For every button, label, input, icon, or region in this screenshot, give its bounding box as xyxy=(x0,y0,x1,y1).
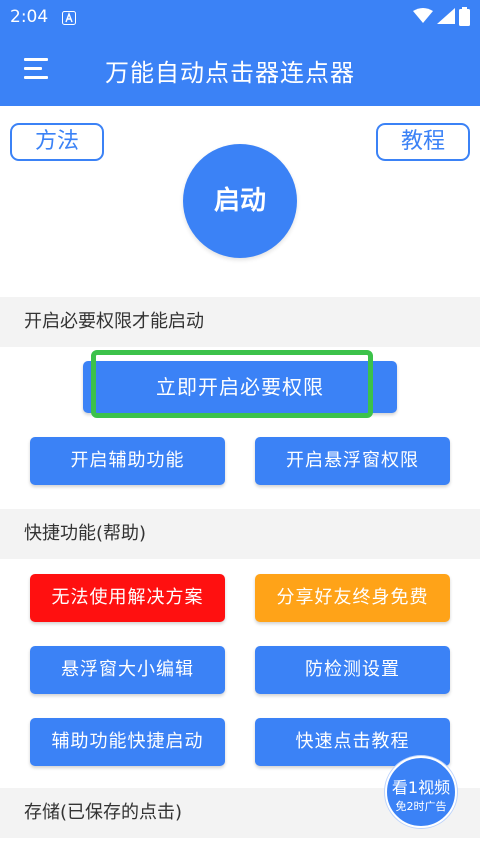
share-friends-button[interactable]: 分享好友终身免费 xyxy=(255,574,450,622)
quick-functions-section-title: 快捷功能(帮助) xyxy=(0,509,480,559)
signal-icon xyxy=(437,8,455,28)
anti-detection-settings-button[interactable]: 防检测设置 xyxy=(255,646,450,694)
troubleshoot-button[interactable]: 无法使用解决方案 xyxy=(30,574,225,622)
method-button[interactable]: 方法 xyxy=(10,123,104,161)
status-time: 2:04 xyxy=(10,7,49,27)
watch-video-button[interactable]: 看1视频 免2时广告 xyxy=(385,756,457,828)
battery-icon xyxy=(459,7,470,30)
ad-free-label: 免2时广告 xyxy=(395,800,447,813)
hamburger-menu-icon[interactable] xyxy=(24,58,48,80)
text-app-icon xyxy=(62,10,76,25)
grant-permissions-button[interactable]: 立即开启必要权限 xyxy=(83,361,397,413)
status-bar: 2:04 xyxy=(0,0,480,34)
tutorial-button[interactable]: 教程 xyxy=(376,123,470,161)
accessibility-quick-start-button[interactable]: 辅助功能快捷启动 xyxy=(30,718,225,766)
wifi-icon xyxy=(413,8,433,28)
watch-video-label: 看1视频 xyxy=(391,778,451,797)
permissions-section-title: 开启必要权限才能启动 xyxy=(0,297,480,347)
enable-overlay-permission-button[interactable]: 开启悬浮窗权限 xyxy=(255,437,450,485)
enable-accessibility-button[interactable]: 开启辅助功能 xyxy=(30,437,225,485)
start-button[interactable]: 启动 xyxy=(183,144,297,258)
overlay-size-edit-button[interactable]: 悬浮窗大小编辑 xyxy=(30,646,225,694)
app-bar: 万能自动点击器连点器 xyxy=(0,34,480,106)
app-title: 万能自动点击器连点器 xyxy=(105,59,355,87)
